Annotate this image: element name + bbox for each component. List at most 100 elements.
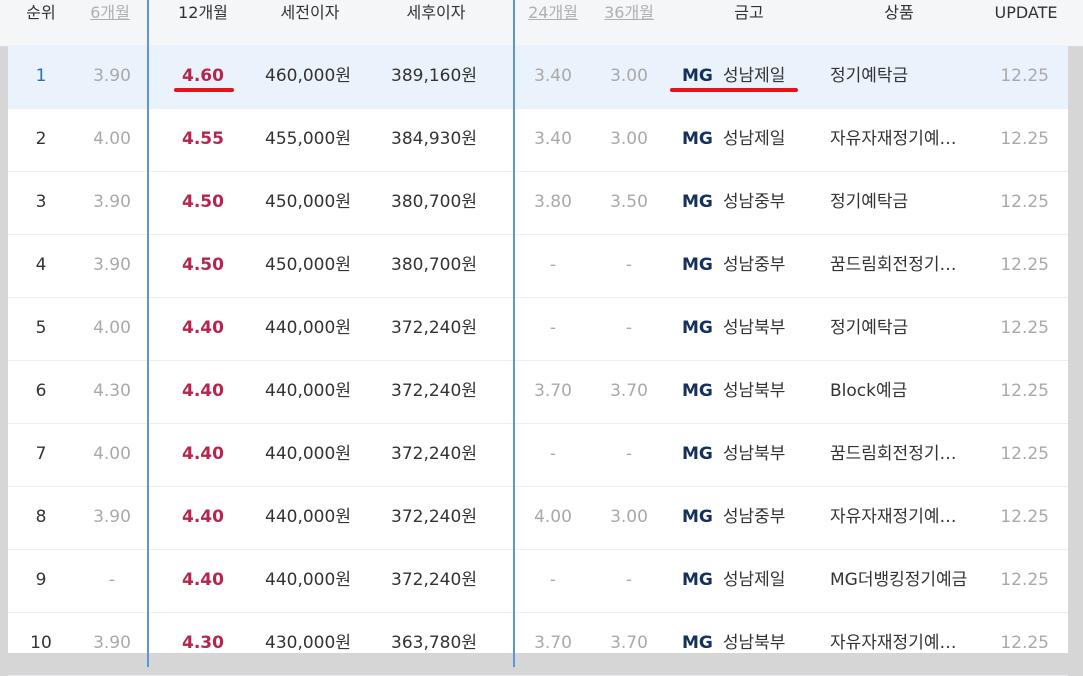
bank-name: 성남중부 xyxy=(722,507,786,527)
cell-24-month-rate: - xyxy=(549,318,557,338)
cell-36-month-rate: - xyxy=(625,444,633,464)
table-row[interactable]: 3 3.90 4.50 450,000원 380,700원 3.80 3.50 MG 성남중부 정… xyxy=(8,171,1068,235)
rate-annotation-underline xyxy=(174,88,234,92)
cell-12-month-rate: 4.60 xyxy=(182,66,224,86)
cell-product[interactable]: 자유자재정기예… xyxy=(830,108,970,171)
table-row[interactable]: 8 3.90 4.40 440,000원 372,240원 4.00 3.00 MG 성남중부 자… xyxy=(8,486,1068,550)
cell-24-month-rate: - xyxy=(549,444,557,464)
cell-6-month-rate: 3.90 xyxy=(93,507,131,527)
header-aftertax-interest: 세후이자 xyxy=(406,3,466,22)
bank-name: 성남북부 xyxy=(722,444,786,464)
bank-annotation-underline xyxy=(670,88,798,92)
cell-12-month-rate: 4.30 xyxy=(182,633,224,653)
cell-12-month-rate: 4.40 xyxy=(182,381,224,401)
cell-product[interactable]: 자유자재정기예… xyxy=(830,612,970,675)
cell-6-month-rate: 3.90 xyxy=(93,192,131,212)
table-row[interactable]: 5 4.00 4.40 440,000원 372,240원 - - MG 성남북부 정기예탁금 12… xyxy=(8,297,1068,361)
cell-6-month-rate: 3.90 xyxy=(93,66,131,86)
mg-logo: MG xyxy=(682,192,713,212)
cell-bank: MG 성남북부 xyxy=(682,612,832,675)
cell-bank: MG 성남중부 xyxy=(682,171,832,234)
table-row[interactable]: 9 - 4.40 440,000원 372,240원 - - MG 성남제일 MG더뱅킹정기예금 1… xyxy=(8,549,1068,613)
header-6-month-link[interactable]: 6개월 xyxy=(78,0,142,36)
cell-bank: MG 성남제일 xyxy=(682,549,832,612)
cell-pretax-interest: 440,000원 xyxy=(265,570,351,590)
cell-12-month-rate: 4.40 xyxy=(182,507,224,527)
mg-logo: MG xyxy=(682,129,713,149)
mg-logo: MG xyxy=(682,66,713,86)
cell-rank: 8 xyxy=(35,507,47,527)
cell-rank: 7 xyxy=(35,444,47,464)
cell-aftertax-interest: 380,700원 xyxy=(391,192,477,212)
cell-rank: 5 xyxy=(35,318,47,338)
cell-6-month-rate: 3.90 xyxy=(93,255,131,275)
cell-update: 12.25 xyxy=(1000,633,1049,653)
cell-6-month-rate: 4.30 xyxy=(93,381,131,401)
cell-pretax-interest: 440,000원 xyxy=(265,318,351,338)
table-row[interactable]: 2 4.00 4.55 455,000원 384,930원 3.40 3.00 MG 성남제일 자… xyxy=(8,108,1068,172)
cell-update: 12.25 xyxy=(1000,129,1049,149)
cell-24-month-rate: - xyxy=(549,570,557,590)
cell-product[interactable]: 꿈드림회전정기… xyxy=(830,423,970,486)
cell-12-month-rate: 4.50 xyxy=(182,255,224,275)
header-rank: 순위 xyxy=(26,3,56,22)
cell-6-month-rate: 3.90 xyxy=(93,633,131,653)
cell-update: 12.25 xyxy=(1000,192,1049,212)
header-update: UPDATE xyxy=(994,3,1058,22)
cell-36-month-rate: - xyxy=(625,570,633,590)
bank-name: 성남제일 xyxy=(722,129,786,149)
cell-bank: MG 성남제일 xyxy=(682,108,832,171)
cell-24-month-rate: - xyxy=(549,255,557,275)
cell-36-month-rate: 3.00 xyxy=(610,66,648,86)
cell-6-month-rate: - xyxy=(108,570,116,590)
cell-pretax-interest: 440,000원 xyxy=(265,507,351,527)
cell-36-month-rate: - xyxy=(625,255,633,275)
header-product: 상품 xyxy=(884,3,914,22)
cell-pretax-interest: 455,000원 xyxy=(265,129,351,149)
header-36-month-link[interactable]: 36개월 xyxy=(596,0,662,36)
bank-name: 성남중부 xyxy=(722,255,786,275)
cell-36-month-rate: 3.50 xyxy=(610,192,648,212)
cell-24-month-rate: 3.70 xyxy=(534,633,572,653)
header-24-month-link[interactable]: 24개월 xyxy=(520,0,586,36)
cell-rank: 2 xyxy=(35,129,47,149)
cell-bank: MG 성남북부 xyxy=(682,423,832,486)
cell-36-month-rate: 3.70 xyxy=(610,633,648,653)
cell-aftertax-interest: 380,700원 xyxy=(391,255,477,275)
cell-aftertax-interest: 372,240원 xyxy=(391,444,477,464)
bank-name: 성남제일 xyxy=(722,570,786,590)
mg-logo: MG xyxy=(682,570,713,590)
table-row[interactable]: 4 3.90 4.50 450,000원 380,700원 - - MG 성남중부 꿈드림회전정기… xyxy=(8,234,1068,298)
cell-product[interactable]: 정기예탁금 xyxy=(830,171,970,234)
cell-aftertax-interest: 372,240원 xyxy=(391,507,477,527)
table-row[interactable]: 6 4.30 4.40 440,000원 372,240원 3.70 3.70 MG 성남북부 B… xyxy=(8,360,1068,424)
cell-36-month-rate: 3.00 xyxy=(610,129,648,149)
header-bank: 금고 xyxy=(734,3,764,22)
cell-product[interactable]: 정기예탁금 xyxy=(830,45,970,108)
cell-6-month-rate: 4.00 xyxy=(93,318,131,338)
cell-update: 12.25 xyxy=(1000,255,1049,275)
bank-name: 성남북부 xyxy=(722,381,786,401)
table-row[interactable]: 7 4.00 4.40 440,000원 372,240원 - - MG 성남북부 꿈드림회전정기… xyxy=(8,423,1068,487)
header-pretax-interest: 세전이자 xyxy=(280,3,340,22)
cell-bank: MG 성남중부 xyxy=(682,234,832,297)
cell-aftertax-interest: 363,780원 xyxy=(391,633,477,653)
cell-12-month-rate: 4.40 xyxy=(182,444,224,464)
cell-update: 12.25 xyxy=(1000,444,1049,464)
cell-product[interactable]: 자유자재정기예… xyxy=(830,486,970,549)
cell-24-month-rate: 4.00 xyxy=(534,507,572,527)
cell-rank: 1 xyxy=(35,66,47,86)
mg-logo: MG xyxy=(682,444,713,464)
cell-aftertax-interest: 384,930원 xyxy=(391,129,477,149)
table-row[interactable]: 10 3.90 4.30 430,000원 363,780원 3.70 3.70 MG 성남북부… xyxy=(8,612,1068,676)
cell-product[interactable]: 정기예탁금 xyxy=(830,297,970,360)
bank-name: 성남중부 xyxy=(722,192,786,212)
cell-12-month-rate: 4.40 xyxy=(182,318,224,338)
cell-product[interactable]: Block예금 xyxy=(830,360,970,423)
mg-logo: MG xyxy=(682,507,713,527)
cell-36-month-rate: 3.70 xyxy=(610,381,648,401)
cell-product[interactable]: MG더뱅킹정기예금 xyxy=(830,549,970,612)
table-row[interactable]: 1 3.90 4.60 460,000원 389,160원 3.40 3.00 MG 성남제일 정… xyxy=(8,45,1068,109)
cell-24-month-rate: 3.40 xyxy=(534,129,572,149)
cell-product[interactable]: 꿈드림회전정기… xyxy=(830,234,970,297)
